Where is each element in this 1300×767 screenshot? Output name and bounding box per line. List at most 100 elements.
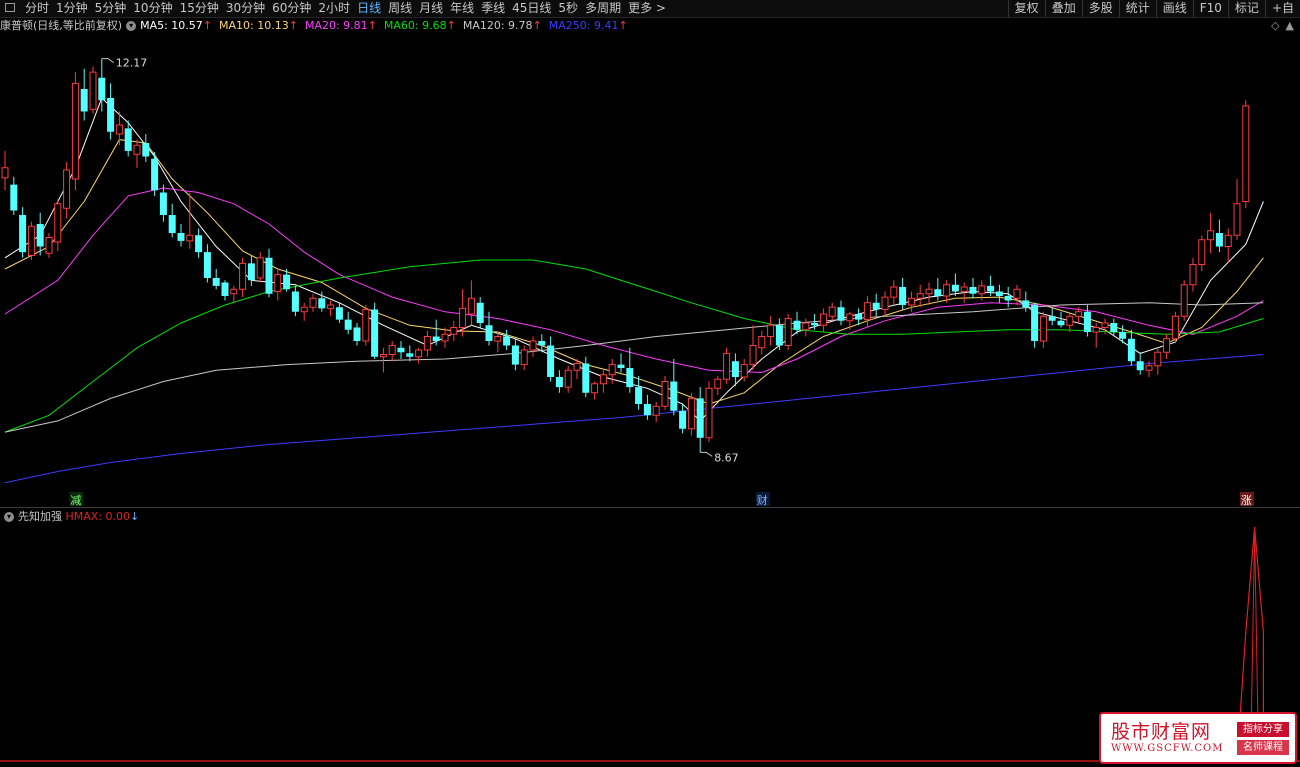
main-info-bar: 康普顿(日线,等比前复权) ▾ MA5: 10.57↑ MA10: 10.13↑ MA2… bbox=[0, 18, 1300, 34]
event-marker: 减 bbox=[70, 494, 81, 507]
candle-body-down bbox=[696, 398, 704, 438]
tab-4[interactable]: 15分钟 bbox=[180, 0, 219, 17]
candle-body-up bbox=[564, 369, 572, 388]
tab-10[interactable]: 月线 bbox=[419, 0, 443, 17]
candle-body-up bbox=[1013, 288, 1021, 299]
tab-12[interactable]: 季线 bbox=[481, 0, 505, 17]
indicator-info-bar: ▾ 先知加强 HMAX: 0.00↓ bbox=[0, 509, 139, 525]
candle-body-up bbox=[63, 169, 71, 209]
indicator-value: HMAX: 0.00 bbox=[65, 510, 131, 523]
tab-1[interactable]: 1分钟 bbox=[56, 0, 88, 17]
candle-body-down bbox=[353, 327, 361, 341]
candle-body-up bbox=[415, 349, 423, 358]
tab-11[interactable]: 年线 bbox=[450, 0, 474, 17]
candle-body-up bbox=[89, 71, 97, 110]
scroll-up-icon[interactable]: ▲ bbox=[1286, 19, 1294, 32]
candle-body-up bbox=[327, 304, 335, 309]
candle-body-down bbox=[318, 298, 326, 309]
tab-14[interactable]: 5秒 bbox=[558, 0, 578, 17]
candle-body-down bbox=[371, 309, 379, 357]
tab-9[interactable]: 周线 bbox=[388, 0, 412, 17]
candle-body-up bbox=[186, 234, 194, 242]
low-pointer bbox=[700, 451, 713, 457]
candle-body-up bbox=[1, 167, 9, 179]
candle-body-up bbox=[608, 364, 616, 376]
event-marker: 财 bbox=[757, 493, 768, 507]
candle-body-down bbox=[969, 287, 977, 294]
ma10-line bbox=[4, 139, 1264, 405]
tab-6[interactable]: 60分钟 bbox=[272, 0, 311, 17]
ma-legend-1: MA10: 10.13 bbox=[219, 19, 289, 32]
window-toggle-icon[interactable] bbox=[5, 3, 15, 12]
candle-body-down bbox=[203, 252, 211, 278]
candle-body-down bbox=[951, 284, 959, 292]
pane-divider[interactable] bbox=[0, 507, 1300, 508]
candle-body-down bbox=[987, 285, 995, 292]
candle-body-up bbox=[459, 307, 467, 328]
candle-body-down bbox=[617, 364, 625, 368]
candle-body-up bbox=[749, 345, 757, 366]
candle-body-down bbox=[582, 363, 590, 393]
high-pointer bbox=[101, 58, 115, 64]
tool-button-1[interactable]: 叠加 bbox=[1044, 0, 1082, 17]
ma-legend-5: MA250: 9.41 bbox=[548, 19, 619, 32]
candle-body-down bbox=[1110, 323, 1118, 332]
candle-body-down bbox=[36, 224, 44, 247]
candle-body-down bbox=[107, 98, 115, 132]
candle-body-up bbox=[300, 306, 308, 313]
event-marker: 涨 bbox=[1241, 494, 1252, 507]
candle-body-up bbox=[1092, 327, 1100, 333]
candle-body-up bbox=[591, 383, 599, 394]
tab-5[interactable]: 30分钟 bbox=[226, 0, 265, 17]
tool-button-0[interactable]: 复权 bbox=[1007, 0, 1045, 17]
candle-body-up bbox=[784, 318, 792, 346]
tab-7[interactable]: 2小时 bbox=[318, 0, 350, 17]
candle-body-down bbox=[195, 235, 203, 253]
watermark-title: 股市财富网 bbox=[1111, 721, 1212, 743]
kline-chart[interactable]: 12.17 8.67 减 财 涨 bbox=[0, 34, 1300, 507]
candle-body-down bbox=[731, 361, 739, 377]
tab-15[interactable]: 多周期 bbox=[585, 0, 621, 17]
candle-body-down bbox=[679, 410, 687, 429]
tab-16[interactable]: 更多 > bbox=[628, 0, 666, 17]
settings-circle-icon[interactable]: ▾ bbox=[4, 512, 14, 522]
low-label: 8.67 bbox=[714, 451, 739, 464]
candle-body-down bbox=[485, 325, 493, 341]
candle-body-down bbox=[80, 89, 88, 112]
settings-circle-icon[interactable]: ▾ bbox=[126, 21, 137, 31]
tab-3[interactable]: 10分钟 bbox=[133, 0, 172, 17]
candle-body-up bbox=[1145, 365, 1153, 371]
candle-body-down bbox=[899, 287, 907, 305]
tab-13[interactable]: 45日线 bbox=[512, 0, 551, 17]
candle-body-up bbox=[362, 309, 370, 342]
candle-body-up bbox=[1101, 322, 1109, 328]
candle-body-down bbox=[811, 323, 819, 326]
candle-body-down bbox=[212, 278, 220, 286]
candle-body-down bbox=[98, 77, 106, 101]
candle-body-up bbox=[467, 297, 475, 315]
candle-body-up bbox=[423, 336, 431, 351]
candle-body-down bbox=[335, 307, 343, 320]
stock-name: 康普顿(日线,等比前复权) bbox=[0, 19, 123, 32]
candle-body-up bbox=[529, 340, 537, 351]
tab-2[interactable]: 5分钟 bbox=[95, 0, 127, 17]
tool-button-3[interactable]: 统计 bbox=[1118, 0, 1156, 17]
candle-body-down bbox=[511, 345, 519, 365]
tab-8[interactable]: 日线 bbox=[357, 0, 381, 17]
candle-body-down bbox=[538, 341, 546, 346]
candle-body-down bbox=[793, 320, 801, 330]
tool-button-2[interactable]: 多股 bbox=[1081, 0, 1119, 17]
candle-body-down bbox=[10, 184, 18, 211]
tool-button-4[interactable]: 画线 bbox=[1155, 0, 1193, 17]
tool-button-7[interactable]: +自 bbox=[1264, 0, 1300, 17]
candle-body-down bbox=[1031, 305, 1039, 341]
candle-body-up bbox=[705, 387, 713, 439]
candle-body-down bbox=[643, 404, 651, 416]
candle-body-up bbox=[863, 302, 871, 321]
tool-button-6[interactable]: 标记 bbox=[1227, 0, 1265, 17]
tool-button-5[interactable]: F10 bbox=[1192, 0, 1228, 17]
candle-body-up bbox=[450, 327, 458, 335]
diamond-icon[interactable]: ◇ bbox=[1271, 19, 1279, 32]
candle-body-down bbox=[503, 336, 511, 346]
tab-0[interactable]: 分时 bbox=[25, 0, 49, 17]
